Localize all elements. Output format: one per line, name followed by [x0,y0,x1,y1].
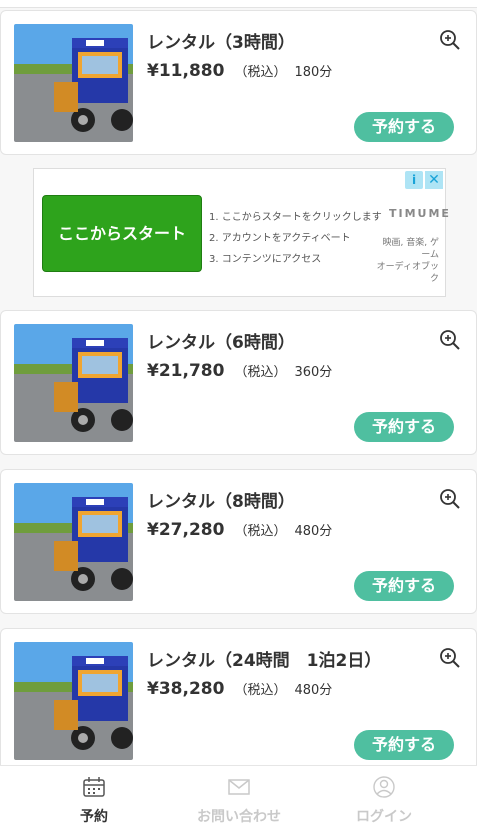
tab-contact[interactable]: お問い合わせ [164,766,314,838]
reserve-button[interactable]: 予約する [354,412,454,442]
rental-title: レンタル（8時間） [147,492,295,512]
rental-card[interactable]: レンタル（3時間） ¥11,880 （税込） 180分 予約する [0,10,477,155]
tuktuk-image[interactable] [14,24,133,142]
rental-card[interactable]: レンタル（8時間） ¥27,280 （税込） 480分 予約する [0,469,477,614]
ad-brand-logo: TIMUME [389,207,451,220]
zoom-in-icon[interactable] [438,487,462,511]
ad-step: 3. コンテンツにアクセス [209,254,322,265]
ad-steps: 1. ここからスタートをクリックします 2. アカウントをアクティベート 3. … [209,207,382,270]
bottom-tab-bar: 予約 お問い合わせ ログイン [0,765,477,838]
rental-card[interactable]: レンタル（6時間） ¥21,780 （税込） 360分 予約する [0,310,477,455]
mail-icon [227,776,251,798]
duration-minutes: 480分 [294,683,333,698]
price-row: ¥38,280 （税込） 480分 [147,679,332,699]
ad-step: 1. ここからスタートをクリックします [209,212,382,223]
rental-title: レンタル（6時間） [147,333,295,353]
ad-start-button[interactable]: ここからスタート [42,195,202,272]
price: ¥11,880 [147,61,225,81]
tab-login[interactable]: ログイン [309,766,459,838]
tax-label: （税込） [234,524,287,539]
page: レンタル（3時間） ¥11,880 （税込） 180分 予約する ここからスタート … [0,0,477,838]
price-row: ¥11,880 （税込） 180分 [147,61,332,81]
rental-title: レンタル（3時間） [147,33,295,53]
tax-label: （税込） [234,65,287,80]
ad-close-icon[interactable]: ✕ [425,171,443,189]
tax-label: （税込） [234,365,287,380]
ad-category: オーディオブック [376,262,439,284]
duration-minutes: 360分 [294,365,333,380]
price-row: ¥27,280 （税込） 480分 [147,520,332,540]
ad-info-icon[interactable]: i [405,171,423,189]
tuktuk-image[interactable] [14,483,133,601]
tab-label: 予約 [80,809,108,825]
tab-label: ログイン [356,809,412,825]
tax-label: （税込） [234,683,287,698]
user-icon [372,776,396,798]
price: ¥21,780 [147,361,225,381]
ad-step: 2. アカウントをアクティベート [209,233,351,244]
price: ¥27,280 [147,520,225,540]
reserve-button[interactable]: 予約する [354,571,454,601]
calendar-icon [82,776,106,798]
ad-category: 映画, 音楽, ゲーム [382,238,439,260]
tab-label: お問い合わせ [197,809,281,825]
zoom-in-icon[interactable] [438,328,462,352]
tab-reserve[interactable]: 予約 [19,766,169,838]
tuktuk-image[interactable] [14,324,133,442]
ad-banner[interactable]: ここからスタート 1. ここからスタートをクリックします 2. アカウントをアク… [33,168,449,297]
rental-card[interactable]: レンタル（24時間 1泊2日） ¥38,280 （税込） 480分 予約する [0,628,477,765]
previous-card-edge [0,0,477,8]
duration-minutes: 180分 [294,65,333,80]
zoom-in-icon[interactable] [438,28,462,52]
reserve-button[interactable]: 予約する [354,112,454,142]
price-row: ¥21,780 （税込） 360分 [147,361,332,381]
tuktuk-image[interactable] [14,642,133,760]
rental-title: レンタル（24時間 1泊2日） [147,651,382,671]
ad-categories: 映画, 音楽, ゲーム オーディオブック [376,237,439,285]
duration-minutes: 480分 [294,524,333,539]
price: ¥38,280 [147,679,225,699]
zoom-in-icon[interactable] [438,646,462,670]
reserve-button[interactable]: 予約する [354,730,454,760]
rental-list[interactable]: レンタル（3時間） ¥11,880 （税込） 180分 予約する ここからスタート … [0,0,477,765]
